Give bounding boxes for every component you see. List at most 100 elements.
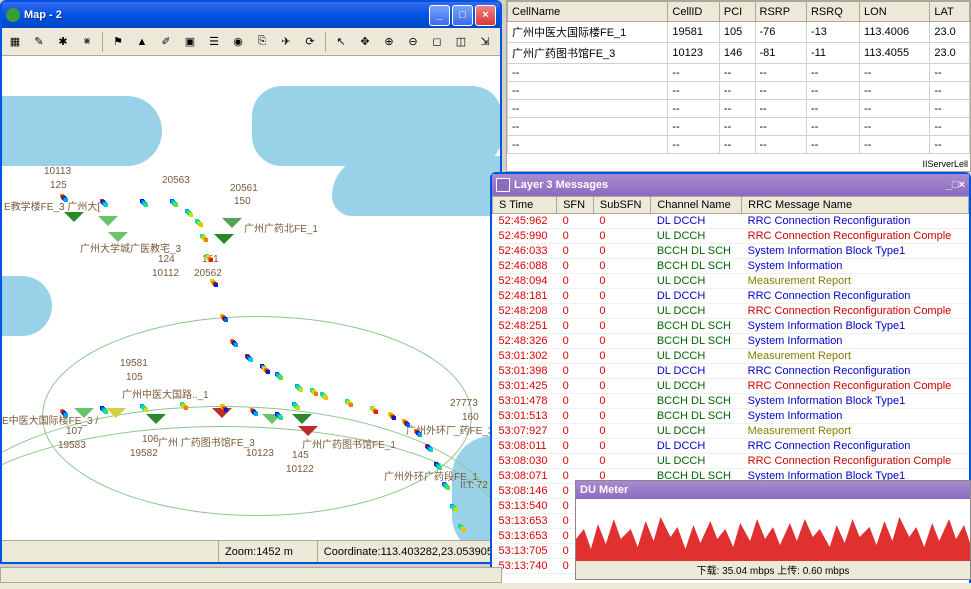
cell-sector-icon[interactable] bbox=[108, 232, 128, 252]
toolbar-divider bbox=[325, 32, 326, 52]
cell: -- bbox=[719, 100, 755, 118]
pan-icon[interactable]: ✥ bbox=[354, 31, 376, 53]
l3-time: 53:13:653 bbox=[493, 529, 557, 544]
cell: -- bbox=[806, 118, 859, 136]
l3-sfn: 0 bbox=[557, 274, 594, 289]
cell-sector-icon[interactable] bbox=[298, 426, 318, 446]
l3-col[interactable]: SubSFN bbox=[593, 197, 650, 214]
l3-row[interactable]: 52:48:18100DL DCCHRRC Connection Reconfi… bbox=[493, 289, 969, 304]
l3-row[interactable]: 52:46:03300BCCH DL SCHSystem Information… bbox=[493, 244, 969, 259]
cell-row[interactable]: 广州中医大国际楼FE_119581105-76-13113.400623.0 bbox=[508, 22, 970, 43]
cell-grid[interactable]: CellNameCellIDPCIRSRPRSRQLONLAT广州中医大国际楼F… bbox=[506, 0, 971, 172]
water bbox=[332, 156, 500, 216]
tower-icon[interactable]: ▲ bbox=[131, 31, 153, 53]
cell-sector-icon[interactable] bbox=[64, 212, 84, 232]
layer-icon[interactable]: ☰ bbox=[203, 31, 225, 53]
map-titlebar[interactable]: Map - 2 _ □ × bbox=[2, 2, 500, 28]
box-icon[interactable]: ▣ bbox=[179, 31, 201, 53]
full-extent-icon[interactable]: ◫ bbox=[450, 31, 472, 53]
l3-row[interactable]: 52:48:32600BCCH DL SCHSystem Information bbox=[493, 334, 969, 349]
cell-row[interactable]: -------------- bbox=[508, 100, 970, 118]
path-icon[interactable]: ⨳ bbox=[76, 31, 98, 53]
cell: -- bbox=[930, 100, 970, 118]
zoom-in-icon[interactable]: ⊕ bbox=[378, 31, 400, 53]
close-button[interactable]: × bbox=[475, 5, 496, 26]
l3-col[interactable]: S Time bbox=[493, 197, 557, 214]
div-icon[interactable]: ⇲ bbox=[474, 31, 496, 53]
l3-row[interactable]: 53:01:39800DL DCCHRRC Connection Reconfi… bbox=[493, 364, 969, 379]
col-lon[interactable]: LON bbox=[860, 2, 930, 22]
col-pci[interactable]: PCI bbox=[719, 2, 755, 22]
col-id[interactable]: CellID bbox=[668, 2, 720, 22]
l3-col[interactable]: Channel Name bbox=[651, 197, 742, 214]
map-canvas[interactable]: 101131252056320561150E教学楼FE_3 广州大[广州广药北F… bbox=[2, 56, 500, 540]
l3-row[interactable]: 52:45:99000UL DCCHRRC Connection Reconfi… bbox=[493, 229, 969, 244]
cell-row[interactable]: -------------- bbox=[508, 64, 970, 82]
l3-row[interactable]: 52:45:96200DL DCCHRRC Connection Reconfi… bbox=[493, 214, 969, 229]
l3-row[interactable]: 53:01:30200UL DCCHMeasurement Report bbox=[493, 349, 969, 364]
l3-msg: System Information bbox=[742, 409, 969, 424]
l3-row[interactable]: 53:08:01100DL DCCHRRC Connection Reconfi… bbox=[493, 439, 969, 454]
cell-sector-icon[interactable] bbox=[106, 408, 126, 428]
l3-col[interactable]: SFN bbox=[557, 197, 594, 214]
l3-row[interactable]: 53:07:92700UL DCCHMeasurement Report bbox=[493, 424, 969, 439]
l3-subsfn: 0 bbox=[593, 244, 650, 259]
du-meter[interactable]: DU Meter 下载: 35.04 mbps 上传: 0.60 mbps bbox=[575, 480, 971, 580]
refresh-icon[interactable]: ⟳ bbox=[299, 31, 321, 53]
extent-box-icon[interactable]: ◻ bbox=[426, 31, 448, 53]
zoom-out-icon[interactable]: ⊖ bbox=[402, 31, 424, 53]
l3-msg: Measurement Report bbox=[742, 274, 969, 289]
cell-row[interactable]: -------------- bbox=[508, 118, 970, 136]
l3-sfn: 0 bbox=[557, 304, 594, 319]
l3-channel: DL DCCH bbox=[651, 439, 742, 454]
map-statusbar: Zoom:1452 m Coordinate:113.403282,23.053… bbox=[2, 540, 500, 562]
l3-close-button[interactable]: × bbox=[959, 179, 965, 191]
l3-row[interactable]: 53:01:42500UL DCCHRRC Connection Reconfi… bbox=[493, 379, 969, 394]
edit-icon[interactable]: ✎ bbox=[28, 31, 50, 53]
cell-row[interactable]: -------------- bbox=[508, 82, 970, 100]
col-lat[interactable]: LAT bbox=[930, 2, 970, 22]
l3-col[interactable]: RRC Message Name bbox=[742, 197, 969, 214]
track-dot bbox=[296, 406, 300, 410]
cell: 23.0 bbox=[930, 22, 970, 43]
cell: -- bbox=[719, 64, 755, 82]
cell-sector-icon[interactable] bbox=[74, 408, 94, 428]
l3-row[interactable]: 53:01:47800BCCH DL SCHSystem Information… bbox=[493, 394, 969, 409]
cell-row[interactable]: -------------- bbox=[508, 136, 970, 154]
cell-sector-icon[interactable] bbox=[212, 408, 232, 428]
l3-row[interactable]: 52:46:08800BCCH DL SCHSystem Information bbox=[493, 259, 969, 274]
cell: -- bbox=[719, 136, 755, 154]
l3-time: 53:01:425 bbox=[493, 379, 557, 394]
l3-sfn: 0 bbox=[557, 229, 594, 244]
l3-subsfn: 0 bbox=[593, 334, 650, 349]
flag-icon[interactable]: ⚑ bbox=[107, 31, 129, 53]
l3-titlebar[interactable]: Layer 3 Messages _ □ × bbox=[492, 174, 969, 196]
l3-time: 52:48:094 bbox=[493, 274, 557, 289]
layers-icon[interactable]: ▦ bbox=[4, 31, 26, 53]
arrow-icon[interactable]: ↖ bbox=[330, 31, 352, 53]
brush-icon[interactable]: ✐ bbox=[155, 31, 177, 53]
l3-row[interactable]: 52:48:09400UL DCCHMeasurement Report bbox=[493, 274, 969, 289]
cell: -- bbox=[508, 136, 668, 154]
col-rsrp[interactable]: RSRP bbox=[755, 2, 806, 22]
cell: -- bbox=[508, 100, 668, 118]
globe-icon[interactable]: ◉ bbox=[227, 31, 249, 53]
cell-sector-icon[interactable] bbox=[146, 414, 166, 434]
du-title[interactable]: DU Meter bbox=[576, 481, 970, 499]
l3-maximize-button[interactable]: □ bbox=[952, 179, 959, 191]
l3-row[interactable]: 53:01:51300BCCH DL SCHSystem Information bbox=[493, 409, 969, 424]
cell-sector-icon[interactable] bbox=[222, 218, 242, 238]
track-dot bbox=[204, 238, 208, 242]
col-rsrq[interactable]: RSRQ bbox=[806, 2, 859, 22]
l3-row[interactable]: 52:48:20800UL DCCHRRC Connection Reconfi… bbox=[493, 304, 969, 319]
l3-row[interactable]: 52:48:25100BCCH DL SCHSystem Information… bbox=[493, 319, 969, 334]
cell-row[interactable]: 广州广药图书馆FE_310123146-81-11113.405523.0 bbox=[508, 43, 970, 64]
map-h-scrollbar[interactable] bbox=[0, 567, 502, 583]
telescope-icon[interactable]: ✈ bbox=[275, 31, 297, 53]
minimize-button[interactable]: _ bbox=[429, 5, 450, 26]
col-name[interactable]: CellName bbox=[508, 2, 668, 22]
maximize-button[interactable]: □ bbox=[452, 5, 473, 26]
l3-row[interactable]: 53:08:03000UL DCCHRRC Connection Reconfi… bbox=[493, 454, 969, 469]
copy-icon[interactable]: ⎘ bbox=[251, 31, 273, 53]
node-icon[interactable]: ✱ bbox=[52, 31, 74, 53]
